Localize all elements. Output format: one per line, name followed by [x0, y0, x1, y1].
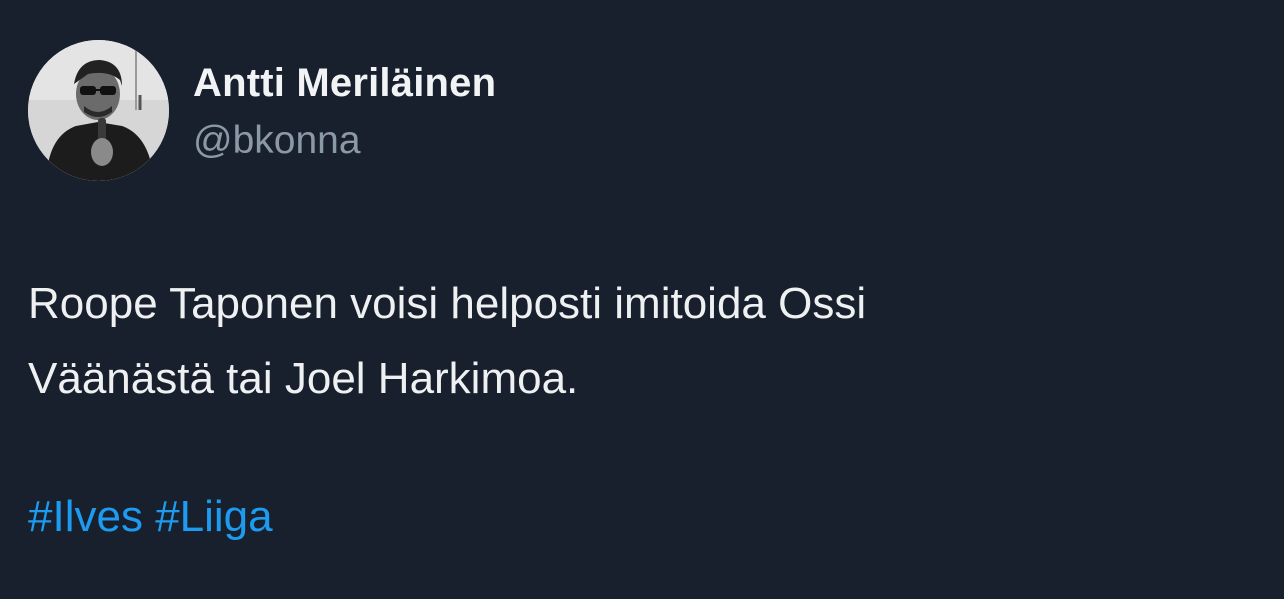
tweet-text-line: Roope Taponen voisi helposti imitoida Os… — [28, 279, 867, 328]
tweet-text: Roope Taponen voisi helposti imitoida Os… — [28, 266, 1258, 416]
hashtag-link-liiga[interactable]: #Liiga — [155, 492, 272, 541]
author-block: Antti Meriläinen @bkonna — [193, 58, 496, 166]
avatar-photo — [28, 40, 169, 181]
author-handle[interactable]: @bkonna — [193, 116, 496, 166]
author-display-name[interactable]: Antti Meriläinen — [193, 58, 496, 108]
tweet-card: Antti Meriläinen @bkonna Roope Taponen v… — [0, 0, 1284, 599]
hashtag-link-ilves[interactable]: #Ilves — [28, 492, 143, 541]
hashtag-list: #Ilves #Liiga — [28, 479, 273, 554]
avatar[interactable] — [28, 40, 169, 181]
tweet-text-line: Väänästä tai Joel Harkimoa. — [28, 354, 579, 403]
